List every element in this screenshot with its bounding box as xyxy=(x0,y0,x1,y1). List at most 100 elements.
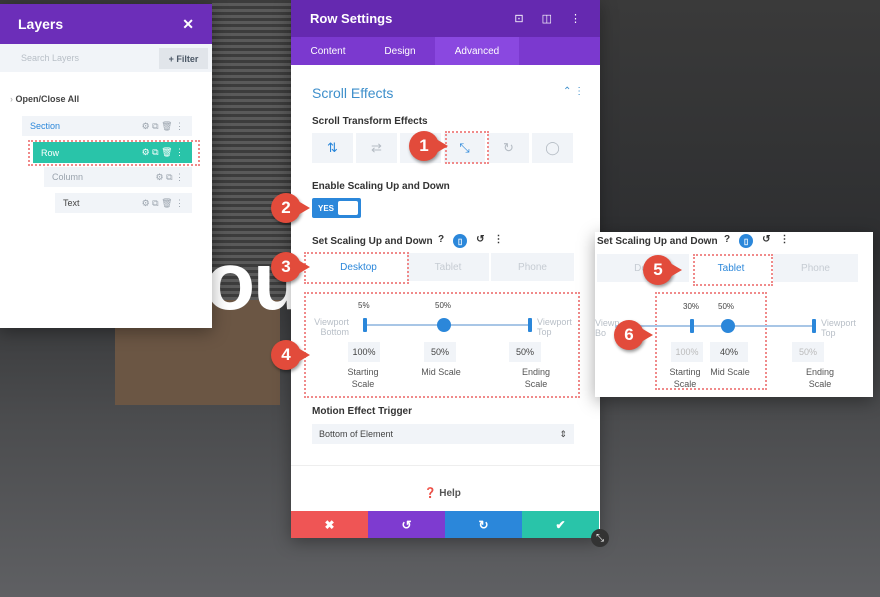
enable-scaling-label: Enable Scaling Up and Down xyxy=(312,181,450,192)
filter-button[interactable]: + Filter xyxy=(159,48,208,69)
horizontal-motion-icon[interactable]: ⇄ xyxy=(356,133,397,163)
more-icon[interactable]: ⋮ xyxy=(494,234,504,248)
start-percent: 30% xyxy=(683,302,700,311)
resize-icon[interactable]: ⤡ xyxy=(591,529,609,547)
set-scaling-label: Set Scaling Up and Down xyxy=(597,236,718,247)
responsive-icon[interactable]: ▯ xyxy=(453,234,468,248)
mid-percent: 50% xyxy=(435,301,452,310)
end-handle[interactable] xyxy=(812,319,816,333)
cancel-button[interactable]: ✖ xyxy=(291,511,368,538)
settings-title: Row Settings xyxy=(310,11,393,26)
more-icon[interactable]: ⋮ xyxy=(570,12,581,25)
mid-scale-label: Mid Scale xyxy=(710,367,750,377)
tab-phone[interactable]: Phone xyxy=(491,253,574,281)
close-icon[interactable]: ✕ xyxy=(182,16,194,33)
layer-actions-icon[interactable]: ⚙ ⧉ 🗑 ⋮ xyxy=(142,121,192,132)
layers-title: Layers xyxy=(18,16,64,32)
row-settings-panel: Row Settings ⊡ ◫ ⋮ Content Design Advanced… xyxy=(291,0,600,538)
highlight-box xyxy=(693,254,773,286)
viewport-top-label: Viewport Top xyxy=(537,317,572,337)
layer-row[interactable]: Row ⚙ ⧉ 🗑 ⋮ xyxy=(33,142,192,163)
layer-actions-icon[interactable]: ⚙ ⧉ ⋮ xyxy=(156,172,193,183)
starting-scale-input[interactable]: 100% xyxy=(671,342,703,362)
label-actions: ? ▯ ↺ ⋮ xyxy=(724,234,790,248)
trigger-select[interactable]: Bottom of Element ⇕ xyxy=(312,424,574,444)
search-placeholder: Search Layers xyxy=(21,53,80,63)
tab-tablet[interactable]: Tablet xyxy=(407,253,489,281)
viewport-bottom-label: Viewport Bottom xyxy=(314,317,349,337)
enable-toggle[interactable]: YES xyxy=(312,198,361,218)
layer-label: Text xyxy=(63,198,80,208)
end-handle[interactable] xyxy=(528,318,532,332)
blur-icon[interactable]: ◯ xyxy=(532,133,573,163)
collapse-icon[interactable]: ⌃ ⋮ xyxy=(563,86,584,97)
start-percent: 5% xyxy=(358,301,370,310)
scale-slider-track[interactable] xyxy=(615,325,815,327)
settings-tabs: Content Design Advanced xyxy=(291,37,600,65)
layer-text[interactable]: Text ⚙ ⧉ 🗑 ⋮ xyxy=(55,193,192,213)
ending-scale-label: Ending Scale xyxy=(805,367,835,389)
starting-scale-label: Starting Scale xyxy=(669,367,701,389)
save-button[interactable]: ✔ xyxy=(522,511,599,538)
starting-scale-input[interactable]: 100% xyxy=(348,342,380,362)
more-icon[interactable]: ⋮ xyxy=(780,234,790,248)
trigger-label: Motion Effect Trigger xyxy=(312,406,412,417)
tablet-settings-callout: Set Scaling Up and Down ?▯↺⋮ Des Tablet … xyxy=(595,232,873,397)
highlight-box xyxy=(445,131,489,164)
highlight-box xyxy=(304,252,409,284)
help-link[interactable]: ❓ Help xyxy=(424,488,461,499)
layer-section[interactable]: Section ⚙ ⧉ 🗑 ⋮ xyxy=(22,116,192,136)
reset-icon[interactable]: ↺ xyxy=(762,234,770,248)
set-scaling-label: Set Scaling Up and Down xyxy=(312,236,433,247)
ending-scale-input[interactable]: 50% xyxy=(792,342,824,362)
step-badge-6: 6 xyxy=(614,320,653,350)
undo-button[interactable]: ↺ xyxy=(368,511,445,538)
mid-scale-label: Mid Scale xyxy=(421,367,461,377)
responsive-icon[interactable]: ▯ xyxy=(739,234,754,248)
label-actions: ? ▯ ↺ ⋮ xyxy=(438,234,504,248)
mid-scale-input[interactable]: 40% xyxy=(710,342,748,362)
open-close-all[interactable]: › Open/Close All xyxy=(10,94,79,104)
select-arrows-icon: ⇕ xyxy=(559,428,567,439)
fullscreen-icon[interactable]: ⊡ xyxy=(514,12,523,25)
step-badge-5: 5 xyxy=(643,255,682,285)
step-badge-3: 3 xyxy=(271,252,310,282)
vertical-motion-icon[interactable]: ⇅ xyxy=(312,133,353,163)
layer-label: Column xyxy=(52,172,84,182)
tab-design[interactable]: Design xyxy=(365,37,435,65)
toggle-label: YES xyxy=(318,203,335,213)
header-actions: ⊡ ◫ ⋮ xyxy=(514,12,581,25)
mid-percent: 50% xyxy=(718,302,735,311)
start-handle[interactable] xyxy=(690,319,694,333)
sidebar-icon[interactable]: ◫ xyxy=(542,12,552,25)
background-heading: ou xyxy=(205,236,303,327)
layer-actions-icon[interactable]: ⚙ ⧉ 🗑 ⋮ xyxy=(142,147,192,158)
layer-actions-icon[interactable]: ⚙ ⧉ 🗑 ⋮ xyxy=(142,198,192,209)
divider xyxy=(291,465,600,466)
settings-header: Row Settings ⊡ ◫ ⋮ xyxy=(291,0,600,37)
tab-phone[interactable]: Phone xyxy=(773,254,858,282)
mid-handle[interactable] xyxy=(437,318,451,332)
step-badge-2: 2 xyxy=(271,193,310,223)
mid-scale-input[interactable]: 50% xyxy=(424,342,456,362)
help-icon[interactable]: ? xyxy=(724,234,730,248)
layers-header: Layers ✕ xyxy=(0,4,212,44)
layer-column[interactable]: Column ⚙ ⧉ ⋮ xyxy=(44,167,192,187)
rotating-icon[interactable]: ↻ xyxy=(488,133,529,163)
layer-label: Row xyxy=(41,147,60,158)
step-badge-1: 1 xyxy=(409,131,448,161)
starting-scale-label: Starting Scale xyxy=(347,367,379,389)
tab-advanced[interactable]: Advanced xyxy=(435,37,519,65)
ending-scale-input[interactable]: 50% xyxy=(509,342,541,362)
step-badge-4: 4 xyxy=(271,340,310,370)
reset-icon[interactable]: ↺ xyxy=(476,234,484,248)
open-close-label: Open/Close All xyxy=(15,94,80,104)
help-icon[interactable]: ? xyxy=(438,234,444,248)
redo-button[interactable]: ↻ xyxy=(445,511,522,538)
tab-content[interactable]: Content xyxy=(291,37,365,65)
section-title[interactable]: Scroll Effects xyxy=(312,85,393,101)
mid-handle[interactable] xyxy=(721,319,735,333)
help-circle-icon: ❓ xyxy=(424,488,437,499)
start-handle[interactable] xyxy=(363,318,367,332)
viewport-bottom-label: Viewp Bo xyxy=(595,318,620,338)
